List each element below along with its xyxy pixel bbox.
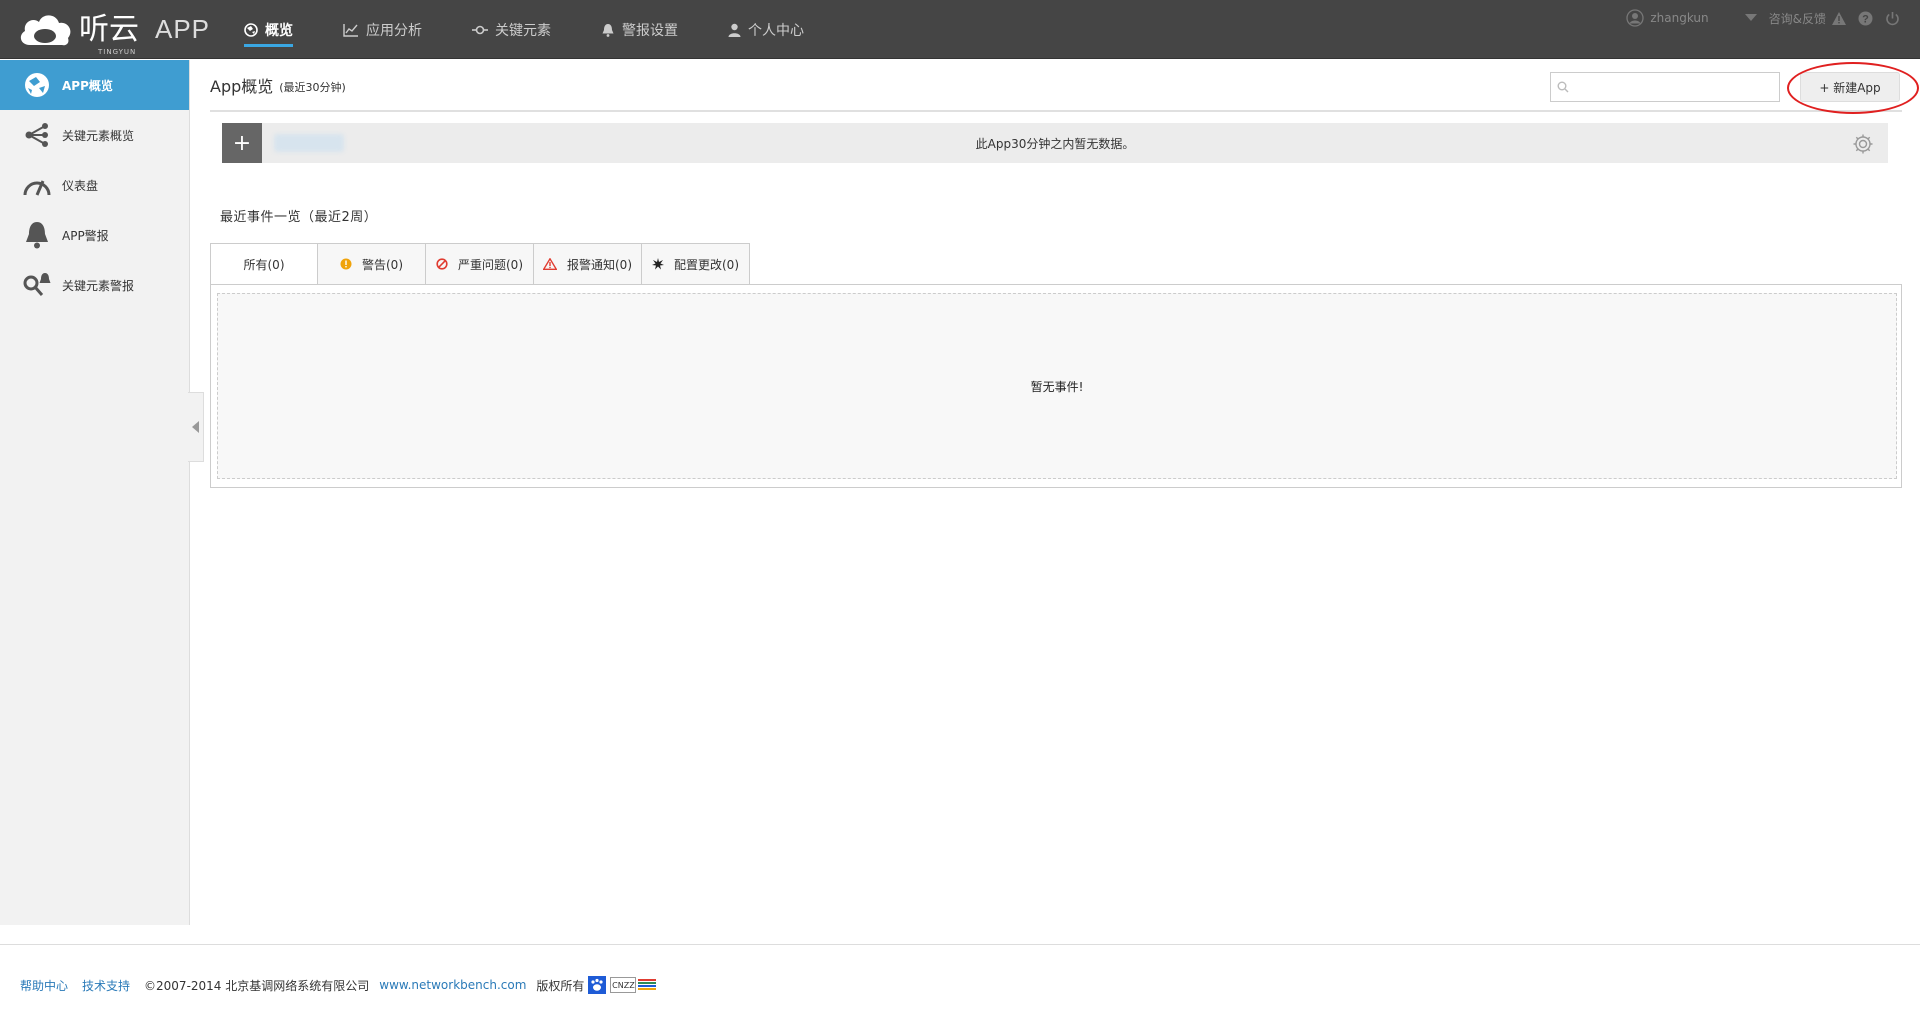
tech-support-link[interactable]: 技术支持 <box>82 977 130 994</box>
search-icon <box>1557 81 1569 93</box>
events-panel: 暂无事件! <box>210 284 1902 488</box>
sidebar-item-label: 仪表盘 <box>62 178 99 193</box>
footer: 帮助中心 技术支持 ©2007-2014 北京基调网络系统有限公司 www.ne… <box>20 976 657 994</box>
gauge-icon <box>22 170 52 200</box>
nav-overview-label: 概览 <box>265 22 293 39</box>
tab-critical-label: 严重问题(0) <box>458 257 523 272</box>
page-header: App概览 (最近30分钟) + 新建App <box>210 60 1919 114</box>
tab-all-label: 所有(0) <box>243 257 285 272</box>
key-bell-icon <box>22 270 52 300</box>
sidebar-collapse-handle[interactable] <box>188 392 204 462</box>
empty-message: 暂无事件! <box>1030 379 1084 394</box>
footer-divider <box>0 944 1920 945</box>
page-title: App概览 <box>210 77 274 96</box>
user-icon <box>728 23 741 37</box>
nav-alert-settings-label: 警报设置 <box>622 22 678 39</box>
power-icon <box>1886 11 1899 25</box>
help-center-link[interactable]: 帮助中心 <box>20 977 68 994</box>
nav-alert-settings[interactable]: 警报设置 <box>601 0 678 59</box>
avatar-icon <box>1626 9 1645 27</box>
search-input[interactable] <box>1573 74 1779 100</box>
main-nav: 概览 应用分析 关键元素 警报设置 个人中心 <box>244 0 854 59</box>
username: zhangkun <box>1650 11 1709 25</box>
tab-config-change[interactable]: 配置更改(0) <box>642 243 750 285</box>
tab-critical[interactable]: 严重问题(0) <box>426 243 534 285</box>
tab-config-change-label: 配置更改(0) <box>674 257 739 272</box>
stats-bars-icon <box>638 979 657 991</box>
burst-icon <box>652 258 664 270</box>
sidebar-item-label: APP概览 <box>62 78 113 93</box>
nav-personal-center-label: 个人中心 <box>748 22 804 39</box>
logo-subtext: TINGYUN <box>98 48 137 56</box>
site-link[interactable]: www.networkbench.com <box>379 978 526 992</box>
prohibit-icon <box>436 258 448 270</box>
user-menu[interactable]: zhangkun <box>1626 9 1757 27</box>
rights-text: 版权所有 <box>536 978 585 993</box>
chart-icon <box>343 23 359 37</box>
globe-icon <box>244 22 258 37</box>
top-right-tools: zhangkun 咨询&反馈 ? <box>1614 0 1900 36</box>
sidebar-item-label: 关键元素警报 <box>62 278 135 293</box>
tab-alert-notice[interactable]: 报警通知(0) <box>534 243 642 285</box>
nav-app-analysis-label: 应用分析 <box>366 22 422 39</box>
sidebar-item-key-elements-overview[interactable]: 关键元素概览 <box>0 110 189 160</box>
cnzz-badge[interactable]: CNZZ <box>610 977 637 993</box>
nav-overview[interactable]: 概览 <box>244 0 293 59</box>
copyright-text: ©2007-2014 北京基调网络系统有限公司 <box>144 978 370 993</box>
help-icon: ? <box>1858 11 1873 25</box>
logout-button[interactable] <box>1885 11 1900 26</box>
tab-warning[interactable]: 警告(0) <box>318 243 426 285</box>
feedback-link[interactable]: 咨询&反馈 <box>1769 10 1846 27</box>
logo[interactable]: 听云 TINGYUN <box>18 10 139 56</box>
globe-icon <box>22 70 52 100</box>
node-icon <box>472 25 488 35</box>
event-tabs: 所有(0) 警告(0) 严重问题(0) 报警通知(0) 配置更改(0) <box>210 243 750 285</box>
nav-key-elements[interactable]: 关键元素 <box>472 0 551 59</box>
sidebar: APP概览 关键元素概览 仪表盘 APP警报 关键元素警报 <box>0 60 190 925</box>
baidu-paw-icon[interactable] <box>588 976 607 994</box>
sidebar-item-key-element-alerts[interactable]: 关键元素警报 <box>0 260 189 310</box>
help-button[interactable]: ? <box>1858 11 1873 26</box>
gear-icon[interactable] <box>1852 133 1874 159</box>
sidebar-item-label: APP警报 <box>62 228 109 243</box>
sidebar-item-label: 关键元素概览 <box>62 128 135 143</box>
tab-alert-notice-label: 报警通知(0) <box>567 257 632 272</box>
bell-icon <box>22 220 52 250</box>
app-row: + 此App30分钟之内暂无数据。 <box>222 123 1888 163</box>
logo-text: 听云 <box>79 12 139 47</box>
warning-dot-icon <box>340 258 352 270</box>
app-row-message: 此App30分钟之内暂无数据。 <box>975 136 1135 151</box>
main-content: App概览 (最近30分钟) + 新建App + 此App30分钟之内暂无数据。… <box>210 60 1919 488</box>
sidebar-item-app-overview[interactable]: APP概览 <box>0 60 189 110</box>
search-box[interactable] <box>1550 72 1780 102</box>
sidebar-item-dashboard[interactable]: 仪表盘 <box>0 160 189 210</box>
tab-warning-label: 警告(0) <box>362 257 403 272</box>
page-subtitle: (最近30分钟) <box>279 80 346 94</box>
cnzz-label: CNZZ <box>612 980 635 990</box>
top-navbar: 听云 TINGYUN APP 概览 应用分析 关键元素 警报设置 个人中心 zh… <box>0 0 1920 59</box>
product-name: APP <box>155 14 211 44</box>
feedback-label: 咨询&反馈 <box>1768 11 1826 26</box>
share-nodes-icon <box>22 120 52 150</box>
svg-text:?: ? <box>1862 13 1869 25</box>
new-app-button[interactable]: + 新建App <box>1800 72 1900 102</box>
nav-app-analysis[interactable]: 应用分析 <box>343 0 422 59</box>
tab-all[interactable]: 所有(0) <box>210 243 318 285</box>
nav-key-elements-label: 关键元素 <box>495 22 551 39</box>
bell-icon <box>601 23 615 37</box>
nav-personal-center[interactable]: 个人中心 <box>728 0 804 59</box>
events-empty-area: 暂无事件! <box>217 293 1897 479</box>
caret-left-icon <box>192 421 199 433</box>
caret-down-icon <box>1744 14 1757 21</box>
alert-triangle-icon <box>543 258 557 270</box>
events-title: 最近事件一览（最近2周） <box>220 210 378 225</box>
cloud-logo-icon <box>20 15 71 46</box>
warning-icon <box>1832 11 1846 25</box>
sidebar-item-app-alerts[interactable]: APP警报 <box>0 210 189 260</box>
